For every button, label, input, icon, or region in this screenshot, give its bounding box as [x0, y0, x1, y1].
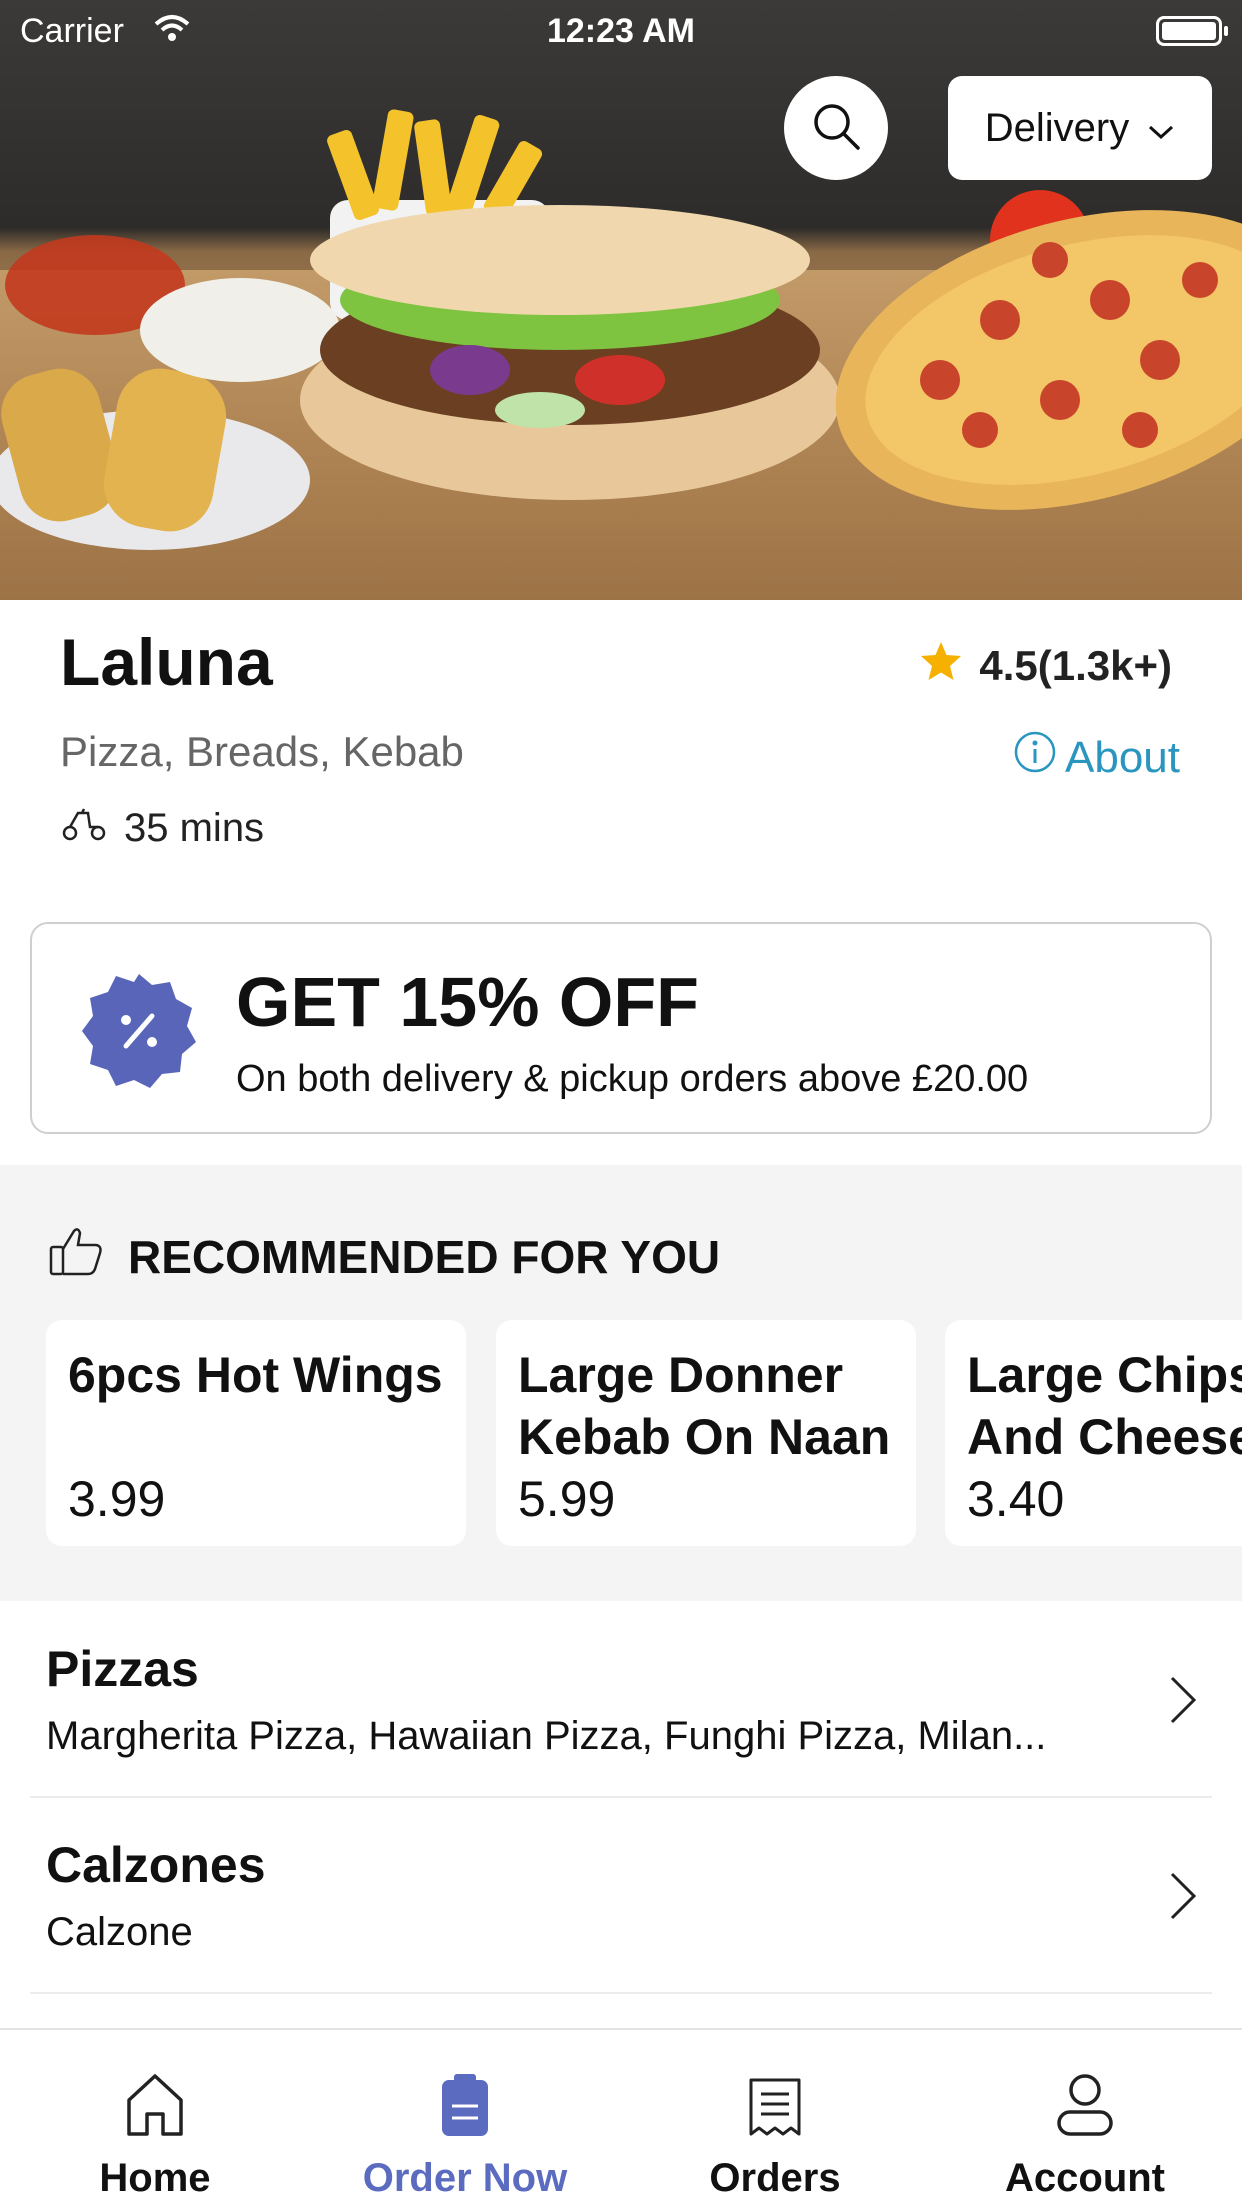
hero-banner: Carrier 12:23 AM Delivery: [0, 0, 1242, 600]
order-icon: [310, 2066, 620, 2138]
status-bar: Carrier 12:23 AM: [0, 0, 1242, 60]
about-label: About: [1065, 732, 1180, 782]
tab-home[interactable]: Home: [0, 2066, 310, 2201]
tab-account[interactable]: Account: [930, 2066, 1240, 2201]
rating-value: 4.5(1.3k+): [979, 642, 1172, 689]
restaurant-info: Laluna Pizza, Breads, Kebab 35 mins 4.5(…: [0, 600, 1242, 900]
menu-category-calzones[interactable]: Calzones Calzone: [30, 1798, 1212, 1994]
menu-category-pizzas[interactable]: Pizzas Margherita Pizza, Hawaiian Pizza,…: [30, 1602, 1212, 1798]
recommended-card[interactable]: Large Donner Kebab On Naan 5.99: [496, 1320, 916, 1546]
offer-headline: GET 15% OFF: [236, 963, 699, 1041]
recommended-item-title: Large Donner Kebab On Naan: [518, 1347, 891, 1465]
rating: 4.5(1.3k+): [919, 640, 1172, 692]
search-icon: [810, 100, 862, 157]
search-button[interactable]: [784, 76, 888, 180]
offer-subtext: On both delivery & pickup orders above £…: [236, 1058, 1029, 1100]
battery-icon: [1156, 16, 1222, 46]
tab-label: Orders: [709, 2156, 841, 2200]
tab-label: Home: [99, 2156, 211, 2200]
recommended-title: RECOMMENDED FOR YOU: [128, 1230, 721, 1283]
about-link[interactable]: About: [1013, 730, 1180, 785]
recommended-section: RECOMMENDED FOR YOU 6pcs Hot Wings 3.99 …: [0, 1165, 1242, 1601]
restaurant-cuisines: Pizza, Breads, Kebab: [60, 728, 464, 775]
recommended-item-price: 3.40: [967, 1471, 1065, 1527]
recommended-card[interactable]: Large Chips And Cheese 3.40: [945, 1320, 1242, 1546]
delivery-mode-dropdown[interactable]: Delivery: [948, 76, 1212, 180]
battery-tip: [1224, 26, 1228, 36]
category-items: Calzone: [46, 1910, 193, 1954]
category-items: Margherita Pizza, Hawaiian Pizza, Funghi…: [46, 1714, 1047, 1758]
restaurant-name: Laluna: [60, 625, 273, 699]
category-title: Calzones: [46, 1837, 266, 1893]
receipt-icon: [620, 2066, 930, 2138]
home-icon: [0, 2066, 310, 2138]
person-icon: [930, 2066, 1240, 2138]
category-title: Pizzas: [46, 1641, 199, 1697]
tab-label: Account: [1005, 2156, 1165, 2200]
eta-text: 35 mins: [124, 806, 265, 850]
scooter-icon: [60, 806, 108, 851]
chevron-right-icon: [1168, 1674, 1198, 1731]
recommended-item-price: 3.99: [68, 1471, 166, 1527]
offer-banner[interactable]: GET 15% OFF On both delivery & pickup or…: [30, 922, 1212, 1134]
recommended-item-price: 5.99: [518, 1471, 616, 1527]
star-icon: [919, 640, 963, 692]
recommended-header: RECOMMENDED FOR YOU: [48, 1225, 720, 1288]
delivery-mode-label: Delivery: [984, 105, 1130, 150]
info-icon: [1013, 730, 1057, 785]
delivery-eta: 35 mins: [60, 806, 264, 851]
thumbs-up-icon: [48, 1225, 104, 1288]
chevron-down-icon: [1147, 106, 1175, 151]
bottom-tab-bar: Home Order Now Orders Account: [0, 2028, 1242, 2208]
tab-orders[interactable]: Orders: [620, 2066, 930, 2201]
tab-order-now[interactable]: Order Now: [310, 2066, 620, 2201]
tab-label: Order Now: [362, 2156, 568, 2200]
clock-label: 12:23 AM: [546, 12, 696, 50]
discount-badge-icon: [78, 970, 200, 1092]
recommended-item-title: 6pcs Hot Wings: [68, 1347, 443, 1403]
recommended-card[interactable]: 6pcs Hot Wings 3.99: [46, 1320, 466, 1546]
recommended-carousel[interactable]: 6pcs Hot Wings 3.99 Large Donner Kebab O…: [0, 1320, 1242, 1550]
chevron-right-icon: [1168, 1870, 1198, 1927]
recommended-item-title: Large Chips And Cheese: [967, 1347, 1242, 1465]
